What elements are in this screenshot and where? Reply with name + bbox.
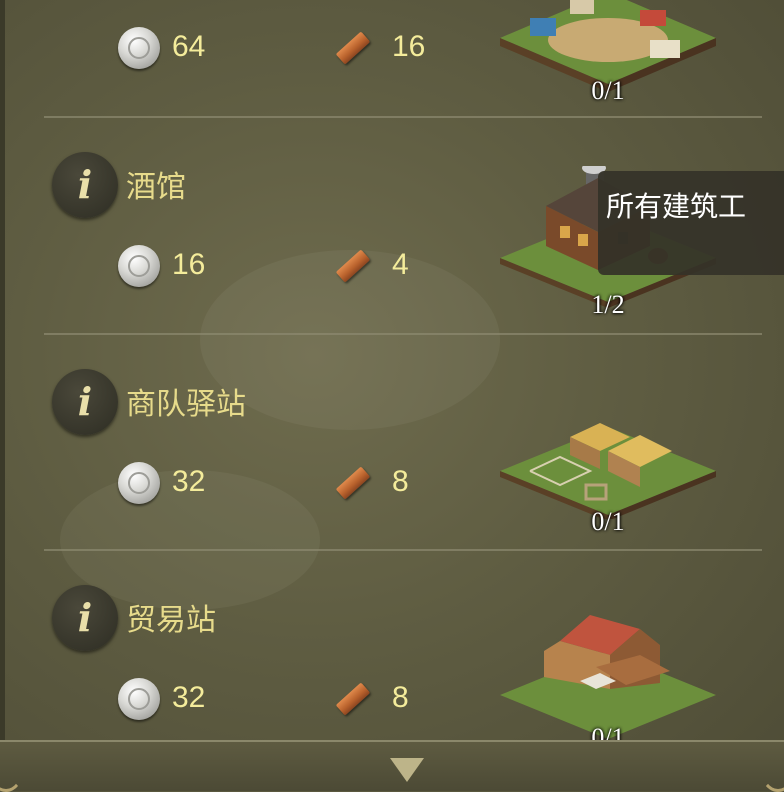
ornament-left-icon [0, 746, 24, 792]
scroll-down-arrow-icon[interactable] [390, 758, 424, 782]
building-count: 1/2 [591, 290, 625, 319]
coin-cost: 32 [172, 681, 206, 714]
tooltip: 所有建筑工 [598, 171, 784, 275]
info-icon: i [77, 379, 93, 424]
building-count: 0/1 [591, 76, 625, 105]
ornament-right-icon [760, 746, 784, 792]
wood-cost: 8 [392, 681, 409, 714]
coin-cost: 32 [172, 465, 206, 498]
silver-coin-icon [118, 678, 160, 720]
building-name: 酒馆 [126, 170, 186, 205]
building-row[interactable]: i 商队驿站 32 8 0/1 [0, 335, 784, 551]
wood-cost: 4 [392, 248, 409, 281]
building-name: 商队驿站 [126, 387, 246, 422]
wood-plank-icon [335, 682, 371, 716]
building-row[interactable]: i 贸易站 32 8 0/1 [0, 551, 784, 767]
panel-footer [0, 740, 784, 792]
info-button[interactable]: i [52, 152, 118, 218]
info-button[interactable]: i [52, 585, 118, 651]
silver-coin-icon [118, 27, 160, 69]
trading-post-image [500, 615, 716, 739]
wood-cost: 16 [392, 30, 426, 63]
caravan-station-image [500, 423, 716, 519]
silver-coin-icon [118, 245, 160, 287]
info-icon: i [77, 162, 93, 207]
building-count: 0/1 [591, 507, 625, 536]
building-list-panel[interactable]: 64 16 0/1 i 酒馆 16 4 1/2 i 商队驿站 32 8 0/1 … [0, 0, 784, 792]
coin-cost: 16 [172, 248, 206, 281]
coin-cost: 64 [172, 30, 206, 63]
wood-plank-icon [335, 466, 371, 500]
building-name: 贸易站 [126, 603, 216, 638]
info-icon: i [77, 595, 93, 640]
wood-plank-icon [335, 249, 371, 283]
info-button[interactable]: i [52, 369, 118, 435]
silver-coin-icon [118, 462, 160, 504]
tooltip-text: 所有建筑工 [606, 190, 747, 223]
building-row[interactable]: 64 16 0/1 [0, 0, 784, 116]
wood-plank-icon [335, 31, 371, 65]
wood-cost: 8 [392, 465, 409, 498]
